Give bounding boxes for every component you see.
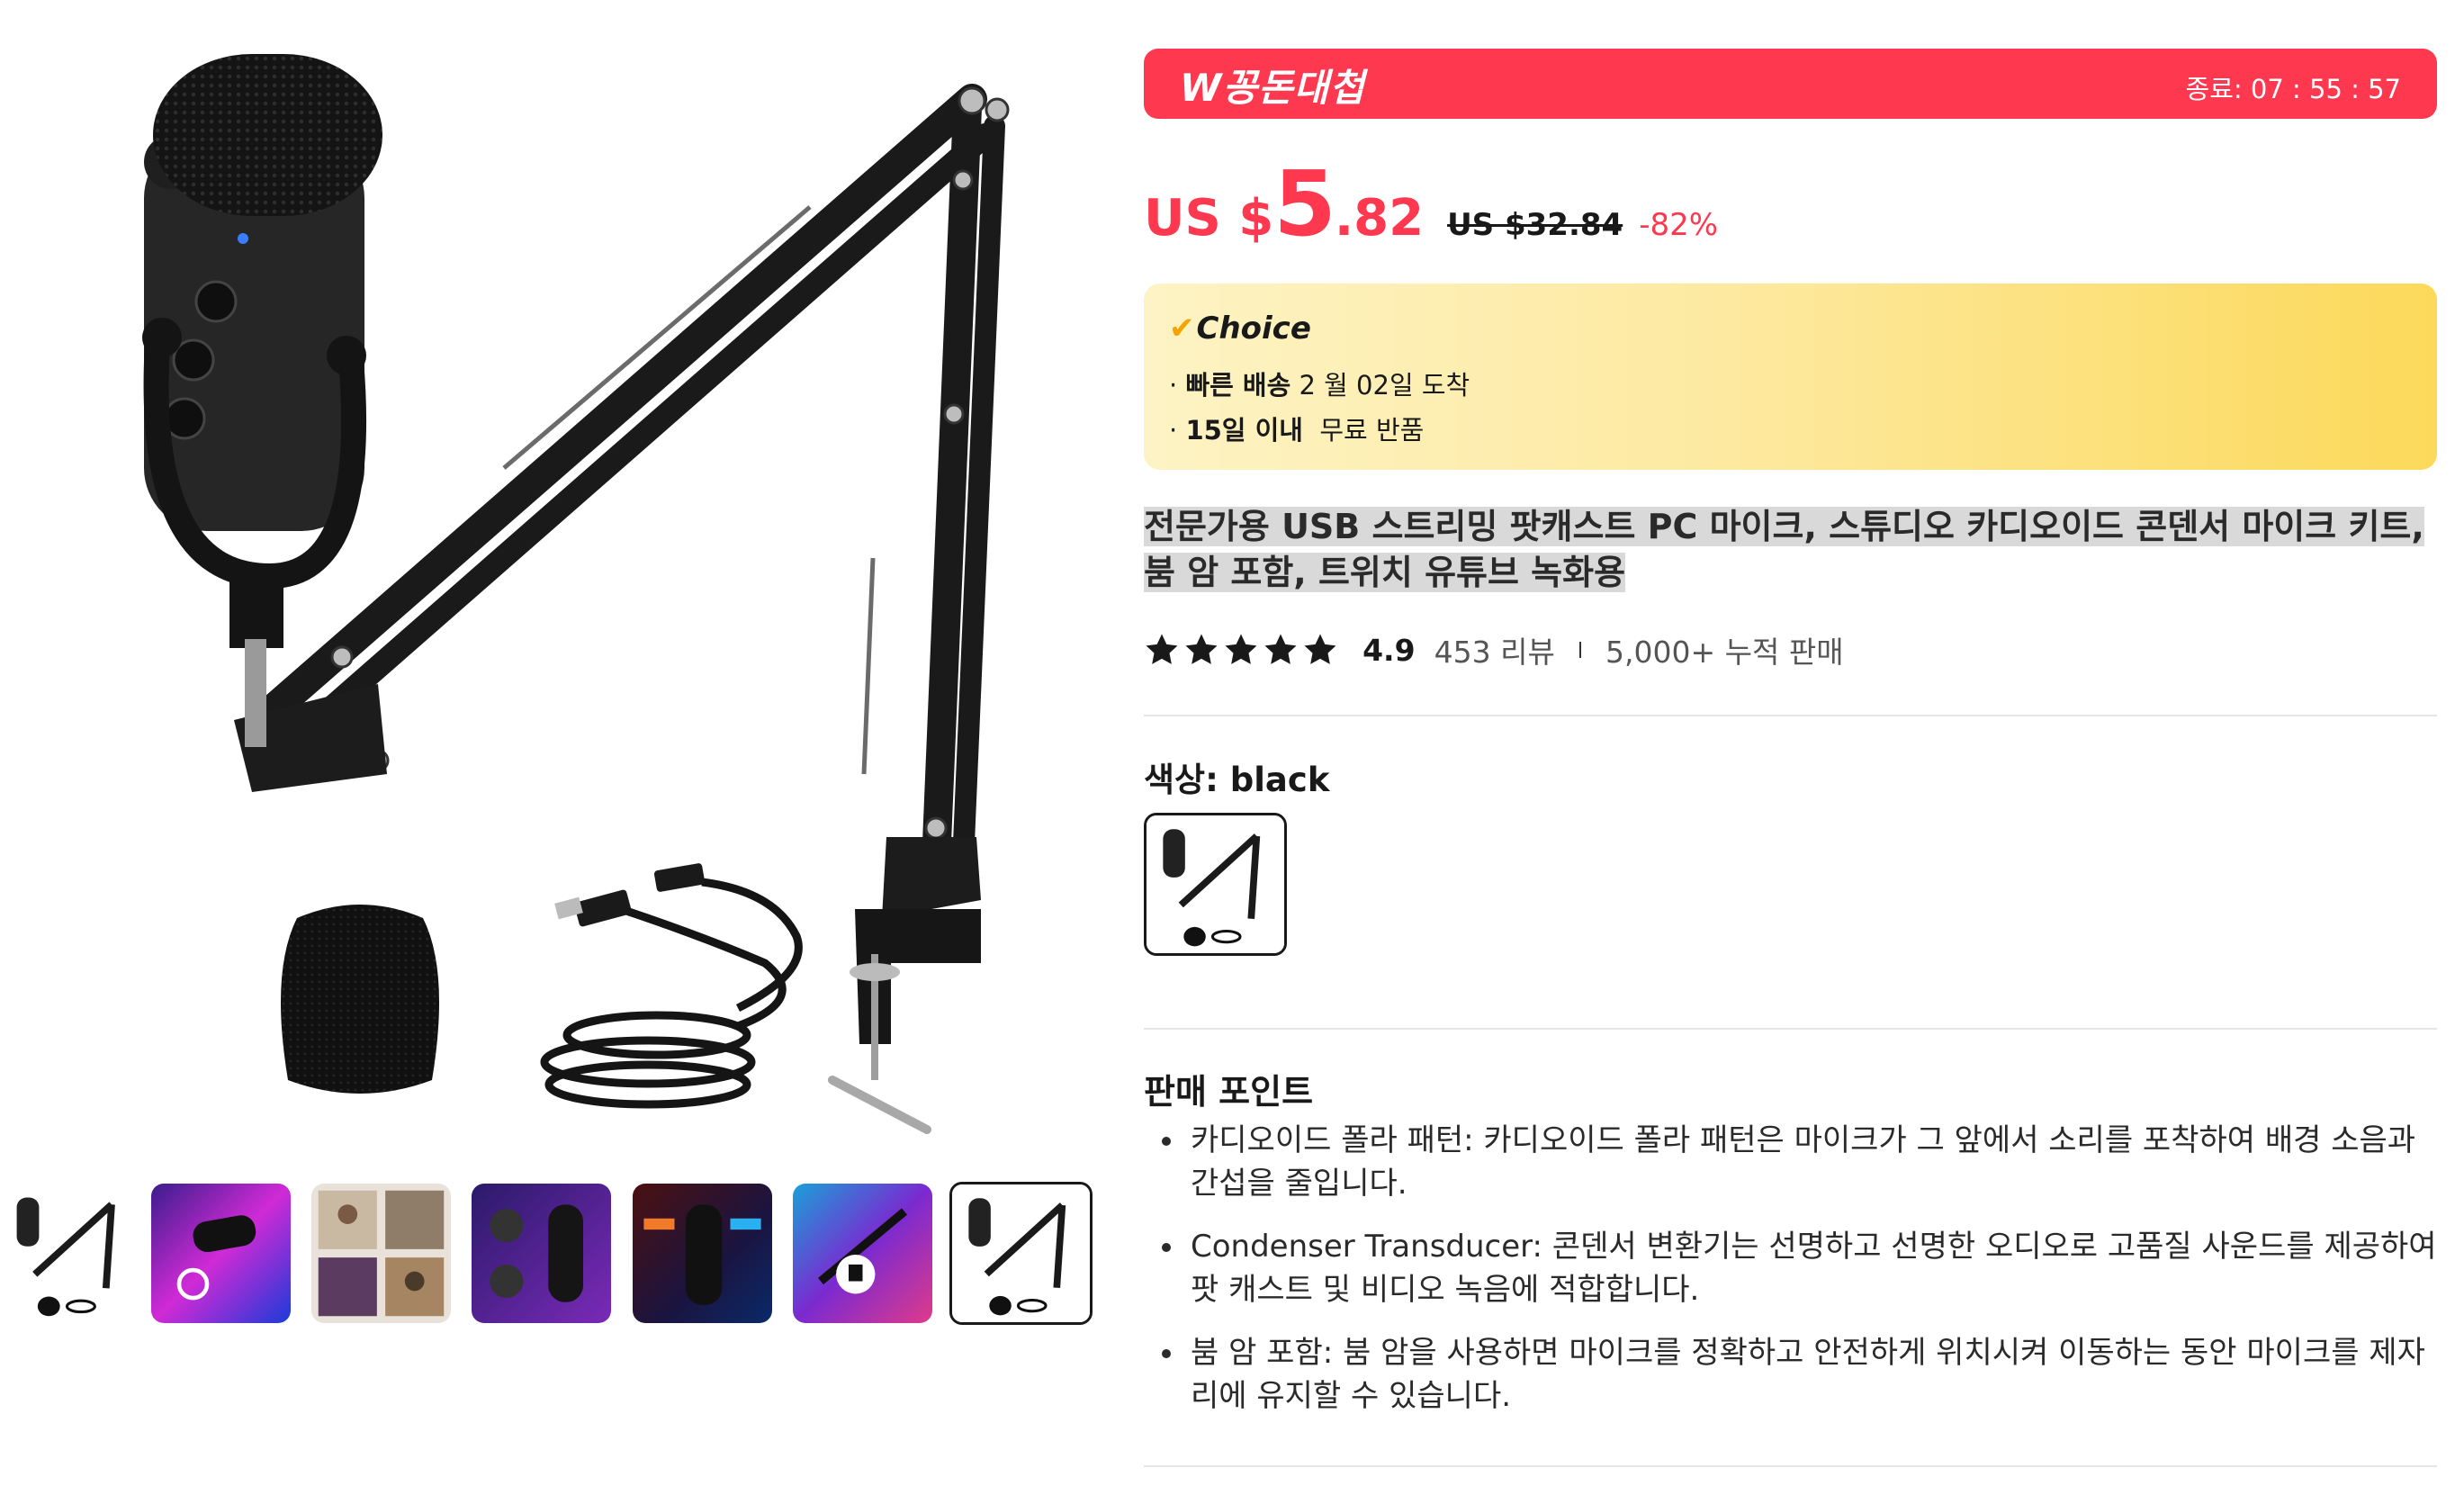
review-count-link[interactable]: 453 리뷰 xyxy=(1434,635,1555,670)
thumbnail-6[interactable] xyxy=(793,1184,932,1323)
color-label: 색상: black xyxy=(1144,761,1330,799)
original-price: US $32.84 xyxy=(1447,207,1623,243)
choice-box[interactable]: ✔Choice · 빠른 배송 2 월 02일 도착 · 15일 이내 무료 반… xyxy=(1144,284,2437,470)
product-title: 전문가용 USB 스트리밍 팟캐스트 PC 마이크, 스튜디오 카디오이드 콘덴… xyxy=(1144,507,2424,592)
selling-point-item: 카디오이드 폴라 패턴: 카디오이드 폴라 패턴은 마이크가 그 앞에서 소리를… xyxy=(1144,1119,2437,1205)
star-icon xyxy=(1264,634,1297,664)
selling-point-item: Condenser Transducer: 콘덴서 변환기는 선명하고 선명한 … xyxy=(1144,1225,2437,1311)
rating-value: 4.9 xyxy=(1362,632,1416,668)
price-integer: 5 xyxy=(1273,151,1336,257)
free-return-text: 무료 반품 xyxy=(1319,415,1425,446)
choice-logo: ✔Choice xyxy=(1169,311,1311,347)
thumbnail-1[interactable] xyxy=(0,1184,139,1323)
divider xyxy=(1144,715,2437,716)
main-product-image[interactable] xyxy=(0,0,1089,1161)
price-decimal: .82 xyxy=(1334,189,1425,248)
star-icon xyxy=(1304,634,1336,664)
thumbnail-strip xyxy=(0,1182,1098,1326)
free-return-line: · 15일 이내 무료 반품 xyxy=(1169,415,1425,446)
fast-delivery-label: 빠른 배송 xyxy=(1185,370,1291,401)
return-period-label: 15일 이내 xyxy=(1185,415,1303,446)
thumbnail-3[interactable] xyxy=(311,1184,451,1323)
thumbnail-4[interactable] xyxy=(472,1184,611,1323)
discount-percent: -82% xyxy=(1639,207,1719,243)
selling-point-item: 붐 암 포함: 붐 암을 사용하면 마이크를 정확하고 안전하게 위치시켜 이동… xyxy=(1144,1331,2437,1418)
separator xyxy=(1578,642,1581,658)
price-row: US $5.82 US $32.84 -82% xyxy=(1144,151,1719,257)
divider xyxy=(1144,1465,2437,1467)
price-currency: US $ xyxy=(1144,189,1274,248)
thumbnail-7-selected[interactable] xyxy=(949,1182,1093,1325)
promo-countdown: 종료: 07 : 55 : 57 xyxy=(2185,74,2401,104)
rating-row[interactable]: 4.9 453 리뷰 5,000+ 누적 판매 xyxy=(1144,628,1844,677)
fast-delivery-line: · 빠른 배송 2 월 02일 도착 xyxy=(1169,370,1470,401)
thumbnail-2[interactable] xyxy=(151,1184,291,1323)
promo-title: W꽁돈대첩 xyxy=(1180,66,1365,110)
divider xyxy=(1144,1028,2437,1030)
star-icon xyxy=(1146,634,1178,664)
color-option-black[interactable] xyxy=(1144,813,1287,956)
star-icon xyxy=(1185,634,1218,664)
star-icon xyxy=(1225,634,1257,664)
promo-banner: W꽁돈대첩 종료: 07 : 55 : 57 xyxy=(1144,49,2437,119)
sold-count: 5,000+ 누적 판매 xyxy=(1605,635,1844,670)
selling-points-list: 카디오이드 폴라 패턴: 카디오이드 폴라 패턴은 마이크가 그 앞에서 소리를… xyxy=(1144,1119,2437,1437)
selling-points-heading: 판매 포인트 xyxy=(1144,1072,1314,1112)
fast-delivery-date: 2 월 02일 도착 xyxy=(1299,370,1470,401)
thumbnail-5[interactable] xyxy=(633,1184,772,1323)
checkmark-icon: ✔ xyxy=(1169,311,1195,347)
